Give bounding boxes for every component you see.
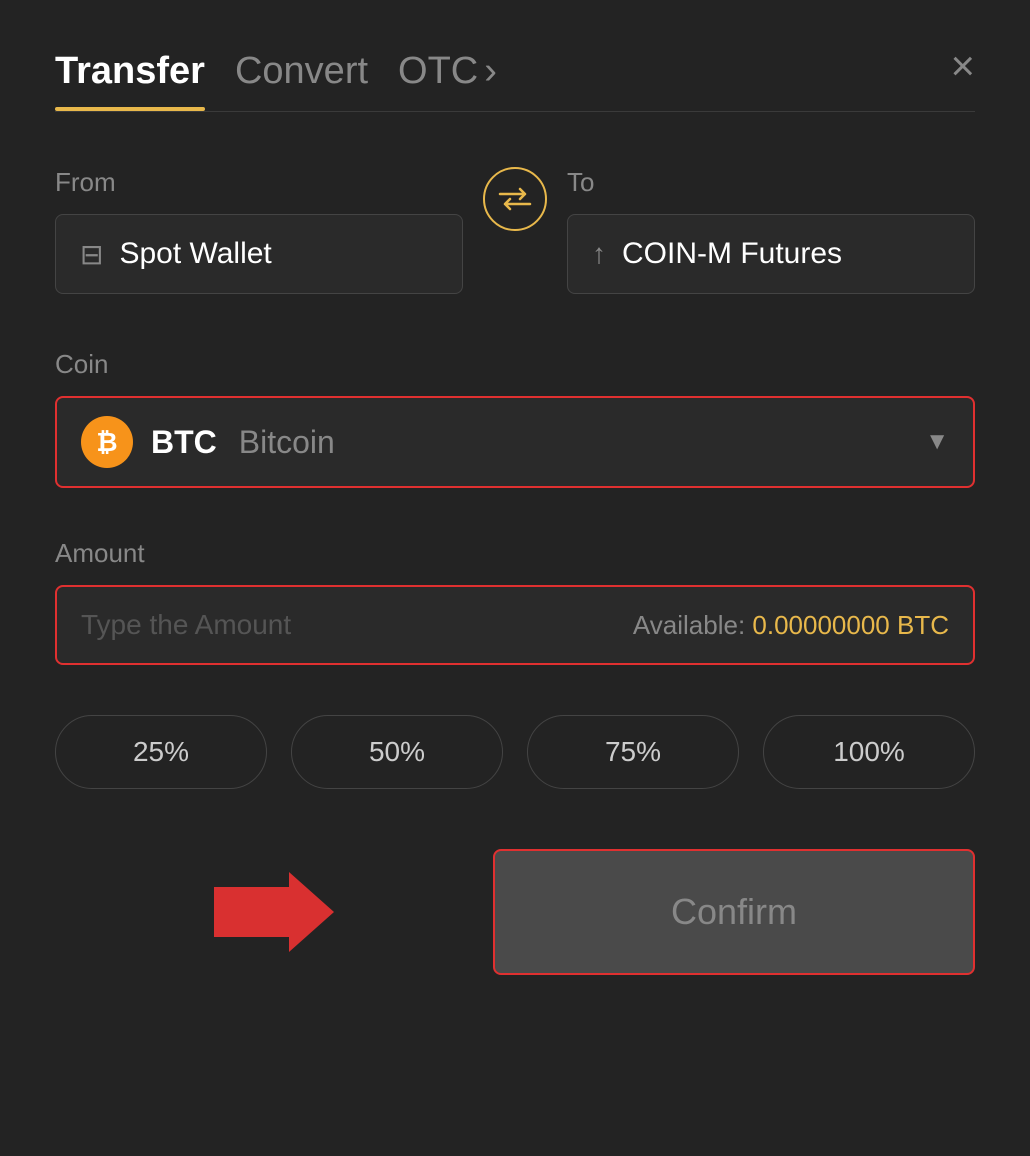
transfer-modal: × Transfer Convert OTC › From ⊟ Spot Wal…: [0, 0, 1030, 1156]
coin-dropdown[interactable]: ₿ BTC Bitcoin ▼: [55, 396, 975, 488]
to-block: To ↑ COIN-M Futures: [567, 167, 975, 294]
to-wallet-name: COIN-M Futures: [622, 237, 842, 271]
btc-icon: ₿: [81, 416, 133, 468]
red-arrow-icon: [214, 862, 334, 962]
coin-full-name: Bitcoin: [239, 424, 335, 461]
amount-section: Amount Type the Amount Available: 0.0000…: [55, 538, 975, 665]
to-label: To: [567, 167, 975, 198]
tab-convert[interactable]: Convert: [235, 50, 368, 111]
arrow-container: [55, 862, 493, 962]
from-to-section: From ⊟ Spot Wallet To ↑ COIN-M Futures: [55, 167, 975, 294]
coin-section: Coin ₿ BTC Bitcoin ▼: [55, 349, 975, 488]
amount-input-box[interactable]: Type the Amount Available: 0.00000000 BT…: [55, 585, 975, 665]
percentage-row: 25% 50% 75% 100%: [55, 715, 975, 789]
tab-otc[interactable]: OTC ›: [398, 50, 497, 111]
coin-symbol: BTC: [151, 424, 217, 461]
swap-button[interactable]: [483, 167, 547, 231]
wallet-icon: ⊟: [80, 238, 103, 271]
available-amount: 0.00000000 BTC: [752, 610, 949, 640]
pct-50-button[interactable]: 50%: [291, 715, 503, 789]
from-wallet-name: Spot Wallet: [119, 237, 271, 271]
close-button[interactable]: ×: [950, 45, 975, 87]
from-block: From ⊟ Spot Wallet: [55, 167, 463, 294]
from-label: From: [55, 167, 463, 198]
confirm-button[interactable]: Confirm: [493, 849, 975, 975]
header-divider: [55, 111, 975, 112]
amount-label: Amount: [55, 538, 975, 569]
chevron-down-icon: ▼: [925, 428, 949, 456]
pct-25-button[interactable]: 25%: [55, 715, 267, 789]
coin-label: Coin: [55, 349, 975, 380]
pct-75-button[interactable]: 75%: [527, 715, 739, 789]
to-wallet-box[interactable]: ↑ COIN-M Futures: [567, 214, 975, 294]
futures-icon: ↑: [592, 238, 606, 270]
tab-transfer[interactable]: Transfer: [55, 50, 205, 111]
swap-button-container: [483, 167, 547, 245]
chevron-right-icon: ›: [484, 50, 497, 93]
available-text: Available: 0.00000000 BTC: [633, 610, 949, 641]
amount-placeholder: Type the Amount: [81, 609, 291, 641]
from-wallet-box[interactable]: ⊟ Spot Wallet: [55, 214, 463, 294]
pct-100-button[interactable]: 100%: [763, 715, 975, 789]
confirm-row: Confirm: [55, 849, 975, 975]
header-tabs: Transfer Convert OTC ›: [55, 50, 975, 111]
